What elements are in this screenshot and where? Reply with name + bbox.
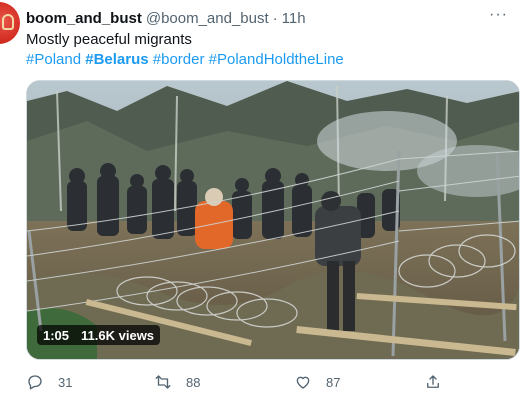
video-player[interactable]: 1:05 11.6K views (26, 80, 520, 360)
reply-button[interactable]: 31 (26, 372, 72, 392)
separator-dot: · (272, 9, 278, 27)
action-bar: 31 88 87 (26, 372, 456, 392)
video-duration: 1:05 (43, 327, 70, 343)
hashtag-poland[interactable]: #Poland (26, 51, 81, 68)
like-count: 87 (326, 374, 341, 390)
hashtag-polandholdtheline[interactable]: #PolandHoldtheLine (209, 51, 344, 68)
like-icon (296, 376, 310, 389)
tweet-header: boom_and_bust @boom_and_bust · 11h (26, 8, 306, 28)
video-frame (27, 81, 519, 359)
hashtag-belarus[interactable]: #Belarus (85, 51, 148, 68)
timestamp[interactable]: 11h (282, 10, 306, 27)
share-icon (427, 375, 439, 388)
retweet-button[interactable]: 88 (154, 372, 200, 392)
tweet-text: Mostly peaceful migrants (26, 31, 192, 48)
reply-count: 31 (58, 374, 73, 390)
user-handle[interactable]: @boom_and_bust (146, 10, 269, 27)
reply-icon (28, 375, 42, 390)
tweet[interactable]: boom_and_bust @boom_and_bust · 11h ··· M… (0, 0, 520, 400)
share-button[interactable] (424, 372, 442, 392)
hashtag-border[interactable]: #border (153, 51, 205, 68)
retweet-icon (155, 375, 171, 389)
avatar-logo-mark (2, 14, 14, 30)
video-stats-badge: 1:05 11.6K views (37, 325, 161, 345)
avatar[interactable] (0, 2, 20, 44)
like-button[interactable]: 87 (294, 372, 340, 392)
video-view-count: 11.6K views (81, 327, 155, 343)
display-name[interactable]: boom_and_bust (26, 10, 142, 27)
more-icon[interactable]: ··· (489, 7, 508, 23)
hashtag-line: #Poland #Belarus #border #PolandHoldtheL… (26, 50, 344, 70)
retweet-count: 88 (186, 374, 201, 390)
